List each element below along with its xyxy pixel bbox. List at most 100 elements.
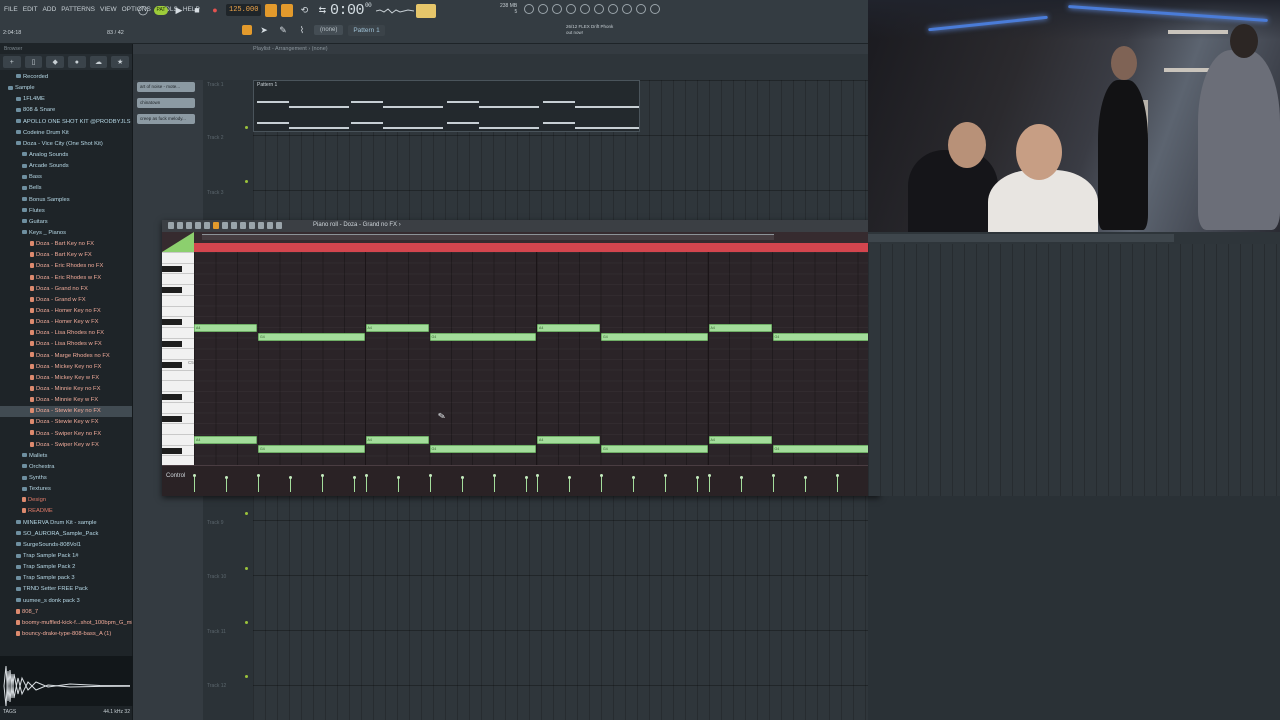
piano-roll-scrollbar[interactable] bbox=[202, 234, 774, 240]
midi-note[interactable]: A4 bbox=[708, 324, 772, 332]
midi-note[interactable]: A4 bbox=[537, 436, 600, 444]
midi-note[interactable]: A4 bbox=[194, 436, 257, 444]
loop-record-icon[interactable]: ⇆ bbox=[315, 3, 329, 17]
velocity-marker[interactable] bbox=[396, 476, 400, 492]
browser-menu-icon[interactable]: + bbox=[3, 56, 21, 68]
browser-folder-item[interactable]: Guitars bbox=[0, 217, 132, 228]
velocity-marker[interactable] bbox=[600, 474, 603, 492]
browser-file-item[interactable]: Doza - Bart Key w FX bbox=[0, 250, 132, 261]
black-key[interactable] bbox=[162, 415, 182, 422]
tempo-display[interactable]: 125.000 bbox=[226, 4, 262, 16]
pencil-icon[interactable]: ✎ bbox=[276, 23, 290, 37]
velocity-marker[interactable] bbox=[428, 474, 432, 492]
tags-label[interactable]: TAGS bbox=[3, 709, 16, 717]
track-11-active-led[interactable] bbox=[245, 621, 248, 624]
playlist-icon[interactable] bbox=[594, 4, 604, 14]
browser-folder-item[interactable]: Synths bbox=[0, 473, 132, 484]
midi-note[interactable]: A4 bbox=[365, 436, 429, 444]
velocity-marker[interactable] bbox=[257, 474, 260, 492]
browser-folder-item[interactable]: Analog Sounds bbox=[0, 150, 132, 161]
track-label-10[interactable]: Track 10 bbox=[207, 574, 226, 580]
pattern-button-3[interactable]: creep as fuck melody... bbox=[137, 114, 195, 124]
black-key[interactable] bbox=[162, 394, 182, 401]
browser-folder-item[interactable]: Bells bbox=[0, 183, 132, 194]
piano-roll-ruler[interactable] bbox=[162, 232, 880, 252]
countdown-icon[interactable]: ⟲ bbox=[297, 3, 311, 17]
menu-patterns[interactable]: PATTERNS bbox=[60, 5, 96, 14]
browser-icon[interactable] bbox=[608, 4, 618, 14]
piano-roll-titlebar[interactable]: Piano roll - Doza - Grand no FX › bbox=[162, 220, 880, 232]
browser-folder-item[interactable]: 808 & Snare bbox=[0, 105, 132, 116]
black-key[interactable] bbox=[162, 362, 182, 368]
browser-folder-item[interactable]: Bass bbox=[0, 172, 132, 183]
menu-edit[interactable]: EDIT bbox=[22, 5, 39, 14]
browser-file-item[interactable]: Doza - Mickey Key no FX bbox=[0, 362, 132, 373]
news-panel[interactable]: 26/12 FLEX Drift Phonk out now! bbox=[566, 24, 613, 36]
browser-file-item[interactable]: Doza - Bart Key no FX bbox=[0, 239, 132, 250]
browser-file-item[interactable]: Doza - Swiper Key w FX bbox=[0, 440, 132, 451]
plugin-picker-icon[interactable] bbox=[622, 4, 632, 14]
pr-magnet-icon[interactable] bbox=[177, 222, 183, 229]
brush-icon[interactable]: ⌇ bbox=[295, 23, 309, 37]
browser-folder-item[interactable]: Orchestra bbox=[0, 462, 132, 473]
settings-icon[interactable] bbox=[650, 4, 660, 14]
save-icon[interactable] bbox=[538, 4, 548, 14]
browser-folder-item[interactable]: Trap Sample Pack 2 bbox=[0, 562, 132, 573]
track-12-active-led[interactable] bbox=[245, 675, 248, 678]
velocity-marker[interactable] bbox=[568, 476, 571, 492]
track-10-active-led[interactable] bbox=[245, 567, 248, 570]
control-label[interactable]: Control bbox=[166, 473, 185, 479]
pr-zoom-icon[interactable] bbox=[267, 222, 273, 229]
playlist-grid-extension[interactable] bbox=[868, 244, 1280, 496]
pattern-button-1[interactable]: art of noise - mote... bbox=[137, 82, 195, 92]
browser-search-icon[interactable]: ● bbox=[68, 56, 86, 68]
browser-file-item[interactable]: bouncy-drake-type-808-bass_A (1) bbox=[0, 629, 132, 640]
velocity-marker[interactable] bbox=[353, 476, 356, 492]
piano-roll-icon[interactable] bbox=[580, 4, 590, 14]
pr-play-icon[interactable] bbox=[186, 222, 192, 229]
black-key[interactable] bbox=[162, 447, 182, 454]
black-key[interactable] bbox=[162, 319, 182, 326]
browser-file-item[interactable]: 808_7 bbox=[0, 607, 132, 618]
browser-folder-item[interactable]: Recorded bbox=[0, 72, 132, 83]
browser-file-item[interactable]: Doza - Swiper Key no FX bbox=[0, 429, 132, 440]
midi-note[interactable]: A4 bbox=[537, 324, 600, 332]
midi-note[interactable]: G4 bbox=[258, 333, 365, 341]
midi-note[interactable]: G4 bbox=[772, 445, 879, 453]
black-key[interactable] bbox=[162, 340, 182, 347]
track-label-12[interactable]: Track 12 bbox=[207, 683, 226, 689]
browser-file-item[interactable]: Doza - Marge Rhodes no FX bbox=[0, 351, 132, 362]
browser-folder-item[interactable]: Keys _ Pianos bbox=[0, 228, 132, 239]
browser-folder-item[interactable]: Flutes bbox=[0, 206, 132, 217]
pr-stamp-icon[interactable] bbox=[195, 222, 201, 229]
wait-record-button[interactable] bbox=[281, 3, 294, 17]
browser-file-item[interactable]: Doza - Eric Rhodes w FX bbox=[0, 273, 132, 284]
midi-note[interactable]: G4 bbox=[601, 445, 708, 453]
track-label-2[interactable]: Track 2 bbox=[207, 135, 223, 141]
black-key[interactable] bbox=[162, 287, 182, 294]
channel-rack-icon[interactable] bbox=[566, 4, 576, 14]
browser-favorites-icon[interactable]: ★ bbox=[111, 56, 130, 68]
browser-folder-item[interactable]: Arcade Sounds bbox=[0, 161, 132, 172]
menu-file[interactable]: FILE bbox=[3, 5, 19, 14]
browser-file-item[interactable]: boomy-muffled-kick-f...shot_100bpm_G_min… bbox=[0, 618, 132, 629]
midi-note[interactable]: G4 bbox=[258, 445, 365, 453]
hint-knob-icon[interactable]: ◯ bbox=[136, 3, 150, 17]
pr-pencil-icon[interactable] bbox=[213, 222, 219, 229]
pattern-selector[interactable]: Pattern 1 bbox=[348, 24, 385, 36]
pr-menu-icon[interactable] bbox=[168, 222, 174, 229]
browser-folder-item[interactable]: Design bbox=[0, 495, 132, 506]
browser-file-item[interactable]: Doza - Eric Rhodes no FX bbox=[0, 261, 132, 272]
browser-plugins-icon[interactable]: ◆ bbox=[46, 56, 65, 68]
browser-file-item[interactable]: Doza - Mickey Key w FX bbox=[0, 373, 132, 384]
browser-folder-item[interactable]: APOLLO ONE SHOT KIT @PRODBYJLS bbox=[0, 117, 132, 128]
browser-folder-item[interactable]: Trap Sample pack 3 bbox=[0, 573, 132, 584]
help-icon[interactable] bbox=[636, 4, 646, 14]
pattern-clip[interactable]: Pattern 1 bbox=[253, 80, 640, 132]
pattern-button-2[interactable]: chinatown bbox=[137, 98, 195, 108]
browser-files-icon[interactable]: ▯ bbox=[24, 56, 43, 68]
pr-select-icon[interactable] bbox=[258, 222, 264, 229]
track-label-11[interactable]: Track 11 bbox=[207, 629, 226, 635]
midi-note[interactable]: G4 bbox=[429, 445, 536, 453]
velocity-marker[interactable] bbox=[460, 476, 464, 492]
